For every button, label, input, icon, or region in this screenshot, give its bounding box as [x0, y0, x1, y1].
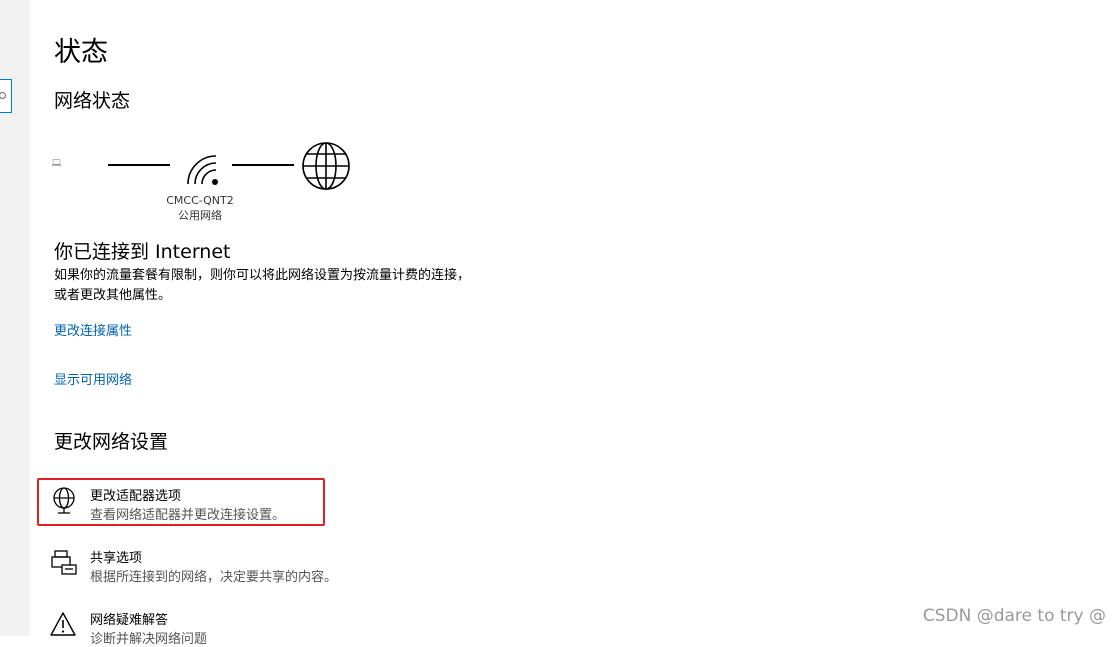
globe-icon	[302, 142, 350, 190]
connection-status-title: 你已连接到 Internet	[54, 241, 231, 263]
search-box-edge[interactable]	[0, 79, 12, 113]
page-title: 状态	[54, 37, 108, 68]
change-connection-properties-link[interactable]: 更改连接属性	[54, 320, 132, 339]
laptop-icon	[52, 159, 62, 166]
red-highlight-box	[37, 478, 325, 526]
network-type-label: 公用网络	[178, 209, 222, 222]
network-caption: CMCC-QNT2 公用网络	[150, 193, 250, 223]
network-troubleshooter-title: 网络疑难解答	[90, 613, 169, 628]
connection-line-right	[232, 164, 294, 166]
csdn-watermark: CSDN @dare to try @	[922, 606, 1106, 626]
connection-line-left	[108, 164, 170, 166]
sharing-options-title: 共享选项	[90, 551, 143, 566]
ssid-label: CMCC-QNT2	[166, 194, 234, 207]
sharing-printer-icon	[51, 550, 77, 575]
metered-description: 如果你的流量套餐有限制，则你可以将此网络设置为按流量计费的连接，或者更改其他属性…	[54, 268, 471, 303]
search-icon	[0, 92, 6, 99]
network-status-heading: 网络状态	[54, 90, 131, 112]
wifi-icon	[187, 155, 218, 185]
warning-triangle-icon	[50, 612, 76, 636]
change-network-settings-heading: 更改网络设置	[54, 431, 169, 453]
network-troubleshooter-subtitle: 诊断并解决网络问题	[90, 632, 208, 647]
show-available-networks-link[interactable]: 显示可用网络	[54, 369, 132, 388]
sharing-options-subtitle: 根据所连接到的网络，决定要共享的内容。	[90, 570, 338, 585]
